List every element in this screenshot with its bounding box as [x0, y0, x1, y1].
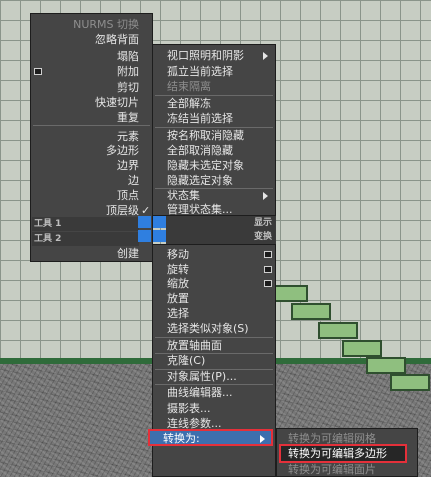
quad-menu-display: 视口照明和阴影 孤立当前选择 结束隔离 全部解冻 冻结当前选择 按名称取消隐藏 …	[152, 44, 276, 216]
menu-item-state-sets[interactable]: 状态集	[167, 188, 200, 203]
menu-item-polygon[interactable]: 多边形	[31, 143, 139, 158]
menu-item-cut[interactable]: 剪切	[31, 80, 139, 95]
tools2-label: 工具 2	[34, 234, 62, 244]
display-label: 显示	[253, 218, 272, 228]
stair-step[interactable]	[291, 303, 331, 320]
menu-item-place-pivot-surface[interactable]: 放置轴曲面	[167, 338, 222, 353]
menu-item-convert-editable-patch[interactable]: 转换为可编辑面片	[288, 462, 376, 477]
menu-item-select-similar[interactable]: 选择类似对象(S)	[167, 321, 249, 336]
stair-step[interactable]	[318, 322, 358, 339]
quad-label-display: 显示	[166, 216, 276, 230]
menu-item-object-properties[interactable]: 对象属性(P)...	[167, 369, 237, 384]
settings-box-icon[interactable]	[264, 251, 272, 258]
menu-item-move[interactable]: 移动	[167, 247, 189, 262]
menu-item-unhide-all[interactable]: 全部取消隐藏	[167, 143, 233, 158]
menu-item-freeze-selection[interactable]: 冻结当前选择	[167, 111, 233, 126]
settings-box-icon[interactable]	[264, 266, 272, 273]
submenu-arrow-icon	[263, 192, 268, 200]
menu-item-nurms-toggle[interactable]: NURMS 切换	[31, 17, 139, 32]
quad-label-tools1: 工具 1	[32, 217, 139, 231]
menu-item-edge[interactable]: 边	[31, 173, 139, 188]
menu-item-convert-editable-poly[interactable]: 转换为可编辑多边形	[279, 444, 407, 463]
menu-item-scale[interactable]: 缩放	[167, 276, 189, 291]
menu-item-unfreeze-all[interactable]: 全部解冻	[167, 96, 211, 111]
menu-item-quickslice[interactable]: 快速切片	[31, 95, 139, 110]
stair-step[interactable]	[342, 340, 382, 357]
convert-editable-poly-label: 转换为可编辑多边形	[288, 447, 387, 460]
settings-box-icon[interactable]	[264, 280, 272, 287]
stair-step[interactable]	[390, 374, 430, 391]
menu-item-unhide-by-name[interactable]: 按名称取消隐藏	[167, 128, 244, 143]
menu-item-dope-sheet[interactable]: 摄影表...	[167, 401, 211, 416]
menu-item-select[interactable]: 选择	[167, 306, 189, 321]
submenu-arrow-icon	[260, 435, 265, 443]
convert-to-label: 转换为:	[163, 432, 200, 445]
menu-item-hide-unselected[interactable]: 隐藏未选定对象	[167, 158, 244, 173]
menu-item-ignore-backfacing[interactable]: 忽略背面	[31, 32, 139, 47]
stair-step[interactable]	[366, 357, 406, 374]
menu-item-place[interactable]: 放置	[167, 291, 189, 306]
menu-item-border[interactable]: 边界	[31, 158, 139, 173]
tools1-label: 工具 1	[34, 219, 62, 229]
menu-item-attach[interactable]: 附加	[31, 64, 139, 79]
transform-label: 变换	[253, 232, 272, 242]
menu-item-rotate[interactable]: 旋转	[167, 262, 189, 277]
quad-label-tools2: 工具 2	[32, 232, 139, 246]
menu-item-hide-selection[interactable]: 隐藏选定对象	[167, 173, 233, 188]
menu-item-element[interactable]: 元素	[31, 129, 139, 144]
menu-item-convert-to[interactable]: 转换为:	[148, 429, 273, 446]
quad-center-icon[interactable]	[138, 216, 166, 242]
submenu-arrow-icon	[263, 52, 268, 60]
menu-item-repeat[interactable]: 重复	[31, 110, 139, 125]
quad-menu-left: NURMS 切换 忽略背面 塌陷 附加 剪切 快速切片 重复 元素 多边形 边界…	[30, 13, 153, 262]
menu-item-create[interactable]: 创建	[31, 246, 139, 261]
menu-item-curve-editor[interactable]: 曲线编辑器...	[167, 385, 233, 400]
menu-item-viewport-lighting[interactable]: 视口照明和阴影	[167, 48, 244, 63]
quad-label-transform: 变换	[166, 230, 276, 244]
menu-item-clone[interactable]: 克隆(C)	[167, 353, 205, 368]
menu-divider	[33, 125, 150, 126]
menu-item-isolate-selection[interactable]: 孤立当前选择	[167, 64, 233, 79]
menu-item-vertex[interactable]: 顶点	[31, 188, 139, 203]
menu-item-manage-state-sets[interactable]: 管理状态集...	[167, 202, 233, 217]
menu-item-end-isolate[interactable]: 结束隔离	[167, 79, 211, 94]
menu-item-collapse[interactable]: 塌陷	[31, 49, 139, 64]
menu-item-top-level[interactable]: 顶层级	[31, 203, 139, 218]
